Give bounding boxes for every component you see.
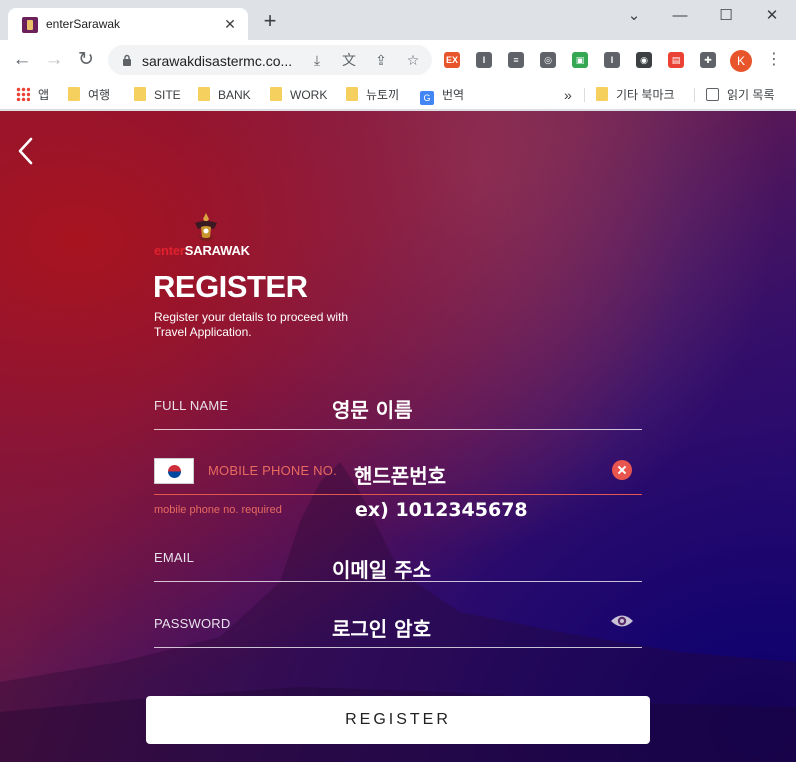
reading-list[interactable]: 읽기 목록 <box>706 86 775 104</box>
close-window-button[interactable]: ✕ <box>754 4 790 28</box>
minimize-button[interactable]: — <box>662 4 698 28</box>
bookmarks-overflow-icon[interactable]: » <box>564 86 572 104</box>
register-page: enterSARAWAK REGISTER Register your deta… <box>0 111 796 762</box>
tab-title: enterSarawak <box>46 17 121 31</box>
new-tab-button[interactable]: + <box>258 10 282 34</box>
url-text: sarawakdisastermc.co... <box>142 53 293 69</box>
apps-grid-icon <box>16 87 30 101</box>
password-input[interactable]: 로그인 암호 <box>332 613 431 642</box>
forward-arrow-icon[interactable]: → <box>42 48 66 72</box>
browser-menu-icon[interactable]: ⋮ <box>766 50 782 72</box>
bookmark-translate[interactable]: G 번역 <box>420 86 464 105</box>
show-password-eye-icon[interactable] <box>610 612 634 630</box>
bookmark-folder-site[interactable]: SITE <box>134 86 181 104</box>
register-button[interactable]: REGISTER <box>146 696 650 744</box>
browser-tab[interactable]: enterSarawak ✕ <box>8 8 248 40</box>
entersarawak-logo: enterSARAWAK <box>154 211 264 261</box>
logo-wordmark: enterSARAWAK <box>154 243 250 258</box>
full-name-input[interactable]: 영문 이름 <box>332 394 413 423</box>
folder-icon <box>134 87 146 101</box>
sarawak-emblem-icon <box>195 213 217 241</box>
reload-icon[interactable]: ↻ <box>74 48 98 72</box>
page-title: REGISTER <box>153 269 308 304</box>
folder-icon <box>596 87 608 101</box>
chevron-down-icon[interactable]: ⌄ <box>616 4 652 28</box>
translate-page-icon[interactable]: 文 <box>340 51 358 69</box>
bookmarks-divider <box>694 88 695 102</box>
password-field[interactable]: PASSWORD 로그인 암호 <box>154 607 642 648</box>
back-chevron-icon[interactable] <box>12 133 40 169</box>
mobile-phone-error: mobile phone no. required <box>154 504 282 516</box>
bookmark-folder-work[interactable]: WORK <box>270 86 327 104</box>
tab-close-icon[interactable]: ✕ <box>220 14 240 34</box>
page-subtitle: Register your details to proceed with Tr… <box>154 310 349 339</box>
folder-icon <box>68 87 80 101</box>
install-icon[interactable]: ⤓ <box>308 51 326 69</box>
bookmark-star-icon[interactable]: ☆ <box>404 51 422 69</box>
bookmarks-bar: 앱 여행 SITE BANK WORK 뉴토끼 G 번역 » 기타 북마크 읽기 … <box>0 80 796 110</box>
full-name-label: FULL NAME <box>154 398 229 413</box>
i-icon[interactable]: I <box>476 52 492 68</box>
film-icon[interactable]: ◎ <box>540 52 556 68</box>
folder-icon <box>198 87 210 101</box>
email-label: EMAIL <box>154 550 195 565</box>
reading-list-icon <box>706 88 719 101</box>
mobile-phone-hint: ex) 1012345678 <box>355 499 528 521</box>
email-input[interactable]: 이메일 주소 <box>332 554 431 583</box>
mobile-phone-input[interactable]: 핸드폰번호 <box>354 460 446 489</box>
browser-titlebar: enterSarawak ✕ + ⌄ — ☐ ✕ <box>0 0 796 40</box>
browser-toolbar: ← → ↻ sarawakdisastermc.co... ⤓ 文 ⇪ ☆ EX… <box>0 40 796 80</box>
site-favicon-icon <box>22 17 38 33</box>
i2-icon[interactable]: I <box>604 52 620 68</box>
translate-icon: G <box>420 91 434 105</box>
bookmark-apps[interactable]: 앱 <box>16 86 49 104</box>
maximize-button[interactable]: ☐ <box>708 4 744 28</box>
bookmark-other[interactable]: 기타 북마크 <box>596 86 675 104</box>
bookmark-folder-bank[interactable]: BANK <box>198 86 251 104</box>
ex-icon[interactable]: EX <box>444 52 460 68</box>
folder-icon <box>346 87 358 101</box>
clear-input-icon[interactable] <box>612 460 632 480</box>
bookmark-folder-newtoki[interactable]: 뉴토끼 <box>346 86 399 104</box>
profile-avatar[interactable]: K <box>730 50 752 72</box>
back-arrow-icon[interactable]: ← <box>10 48 34 72</box>
address-bar[interactable]: sarawakdisastermc.co... ⤓ 文 ⇪ ☆ <box>108 45 432 75</box>
puzzle-icon[interactable]: ✚ <box>700 52 716 68</box>
bookmark-folder-travel[interactable]: 여행 <box>68 86 110 104</box>
lock-icon <box>123 54 131 66</box>
share-icon[interactable]: ⇪ <box>372 51 390 69</box>
mobile-phone-field[interactable]: MOBILE PHONE NO. 핸드폰번호 <box>154 449 642 495</box>
mobile-phone-label: MOBILE PHONE NO. <box>208 463 337 478</box>
bookmarks-divider <box>584 88 585 102</box>
cast-icon[interactable]: ▤ <box>668 52 684 68</box>
list-icon[interactable]: ≡ <box>508 52 524 68</box>
korea-flag-icon[interactable] <box>154 458 194 484</box>
full-name-field[interactable]: FULL NAME 영문 이름 <box>154 381 642 430</box>
password-label: PASSWORD <box>154 616 231 631</box>
screen-icon[interactable]: ▣ <box>572 52 588 68</box>
email-field[interactable]: EMAIL 이메일 주소 <box>154 539 642 582</box>
folder-icon <box>270 87 282 101</box>
helmet-icon[interactable]: ◉ <box>636 52 652 68</box>
